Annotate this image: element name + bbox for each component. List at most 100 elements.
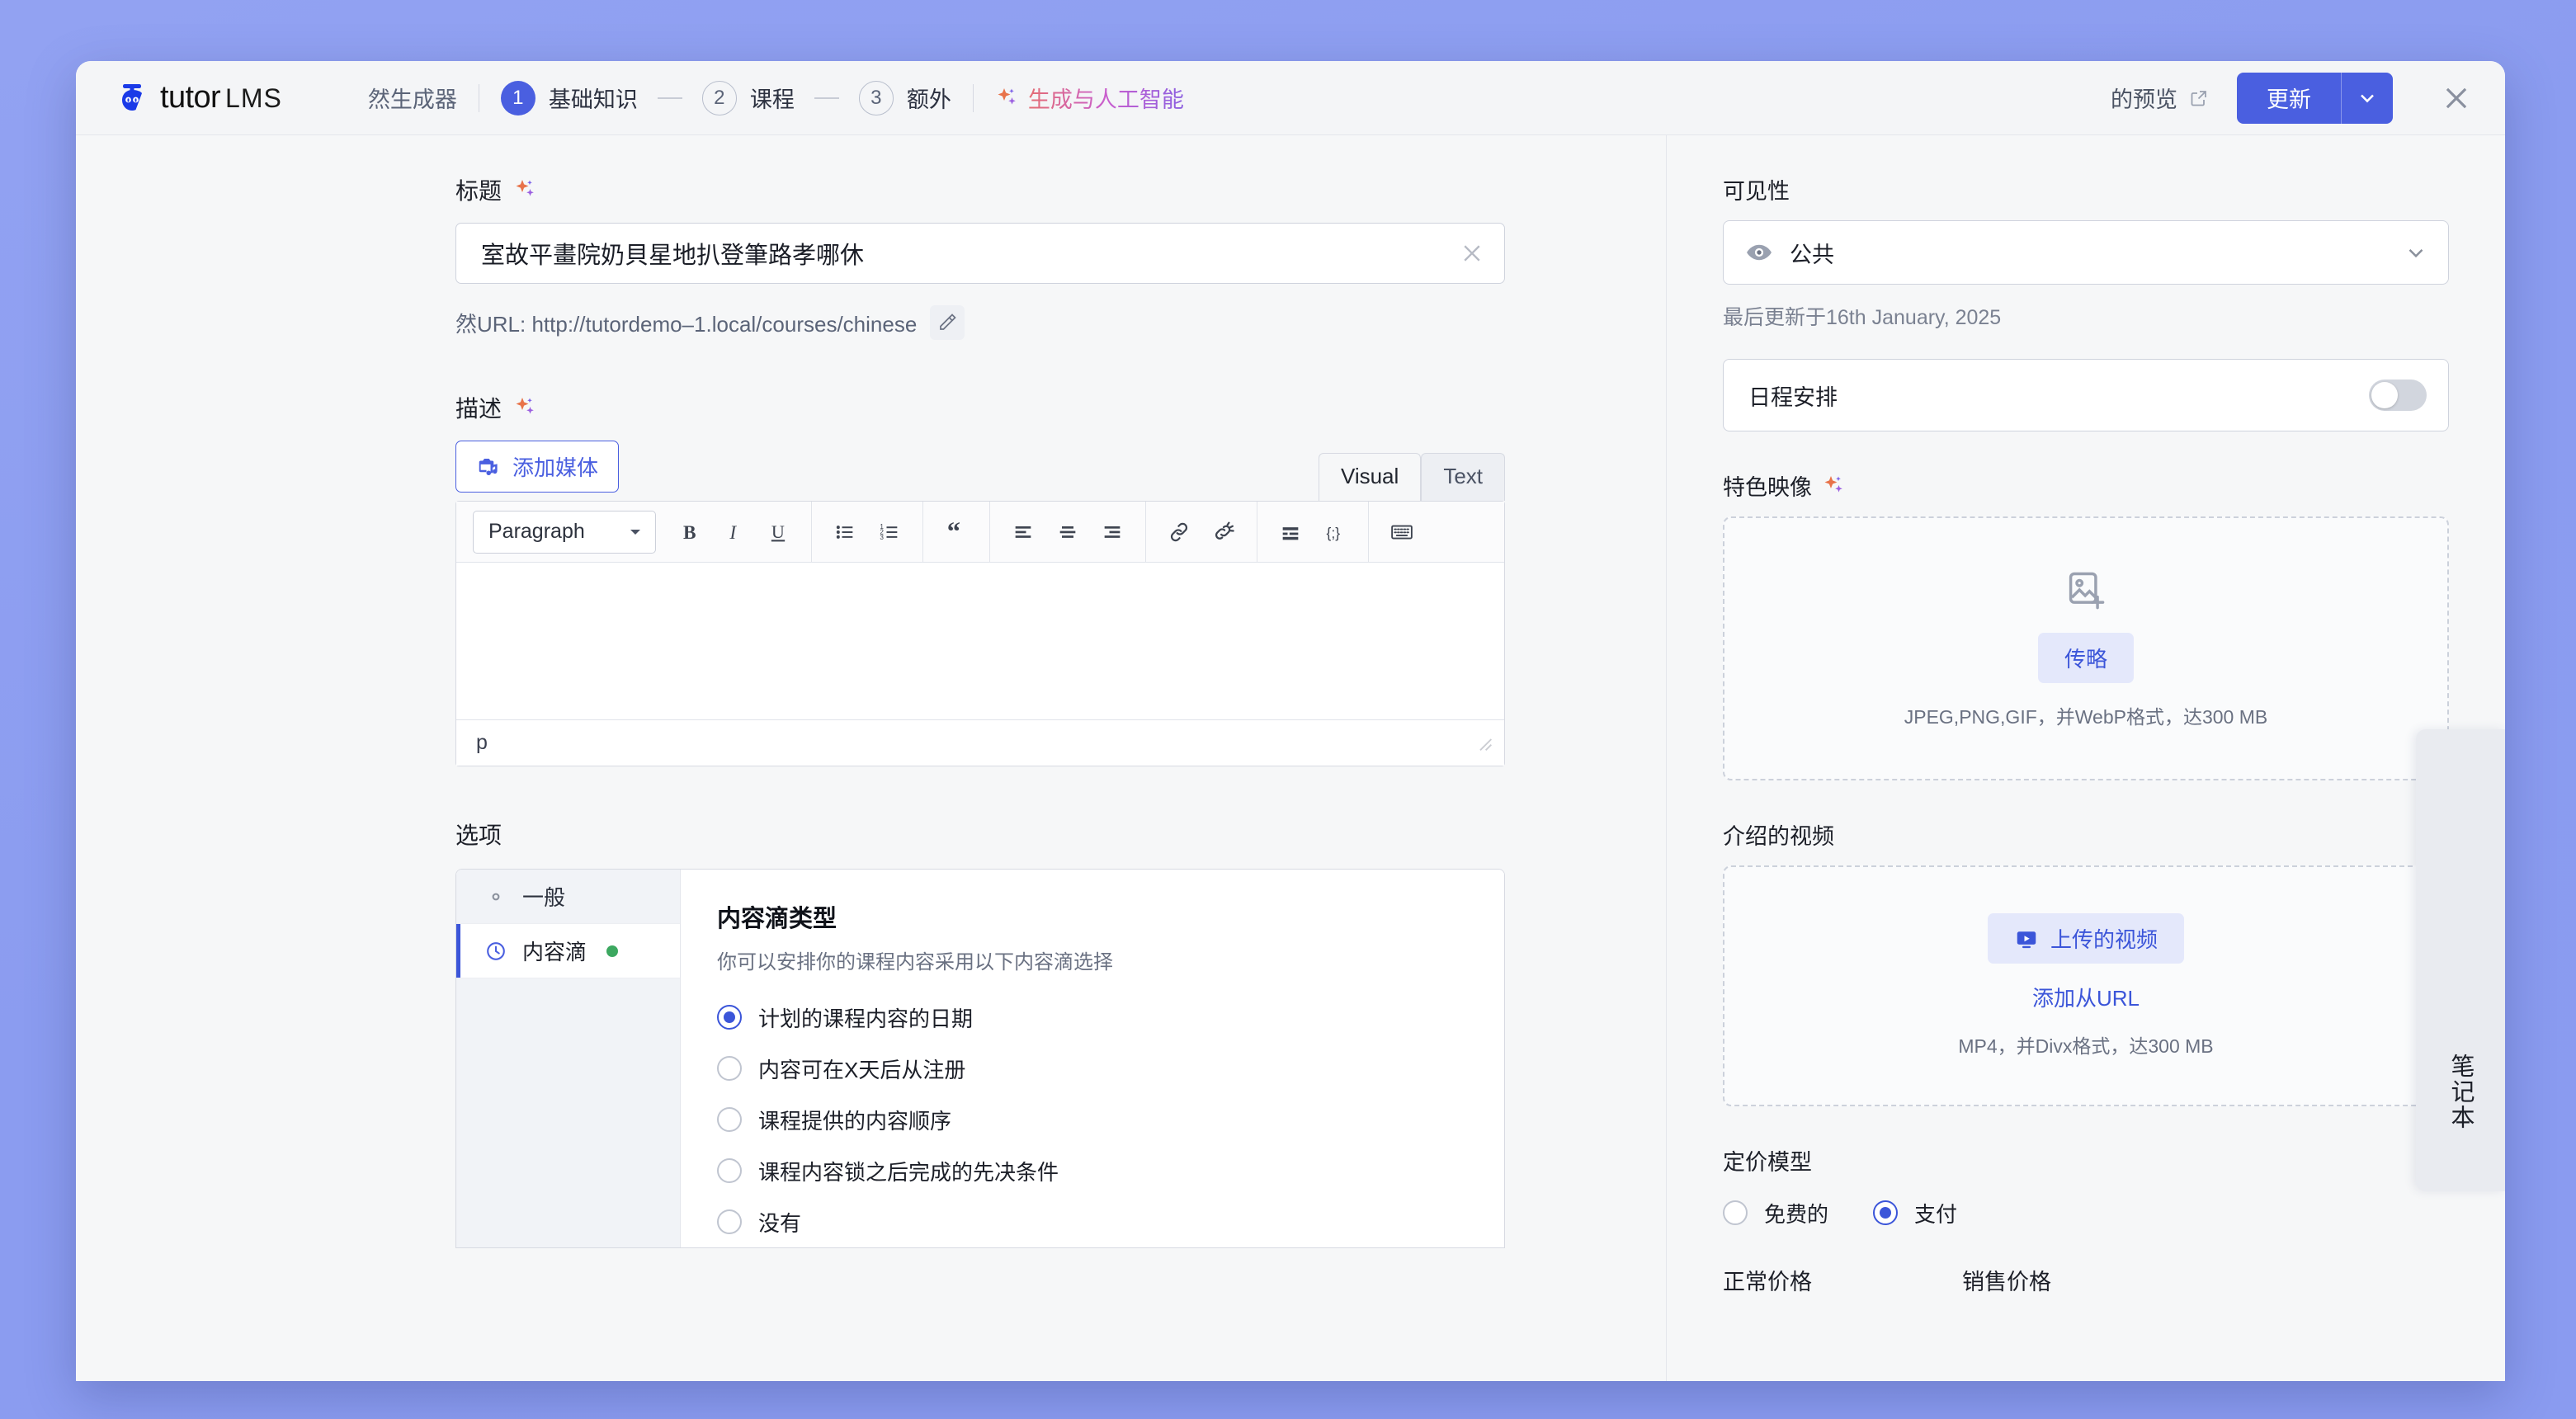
radio-indicator [717, 1005, 742, 1030]
editor-mode-tabs: Visual Text [1318, 453, 1505, 501]
description-editor-body[interactable] [456, 563, 1504, 719]
source-code-button[interactable]: {;} [1315, 512, 1355, 552]
close-icon [1464, 245, 1480, 262]
gear-icon [484, 885, 507, 908]
upload-video-label: 上传的视频 [2050, 927, 2158, 952]
align-center-button[interactable] [1048, 512, 1087, 552]
drip-option-3[interactable]: 课程提供的内容顺序 [717, 1098, 1468, 1141]
preview-button[interactable]: 的预览 [2111, 82, 2209, 114]
drip-option-4[interactable]: 课程内容锁之后完成的先决条件 [717, 1149, 1468, 1192]
notebook-side-tab-label: 笔记本 [2447, 1054, 2474, 1130]
step-3-label: 额外 [906, 87, 951, 112]
featured-image-hint: JPEG,PNG,GIF，并WebP格式，达300 MB [1904, 705, 2268, 728]
align-right-button[interactable] [1092, 512, 1132, 552]
drip-option-1[interactable]: 计划的课程内容的日期 [717, 996, 1468, 1039]
blockquote-button[interactable]: “ [937, 512, 976, 552]
content-drip-radio-group: 计划的课程内容的日期 内容可在X天后从注册 课程提供的内容顺序 课程内容锁之后完… [717, 996, 1468, 1243]
update-button[interactable]: 更新 [2237, 73, 2341, 124]
upload-video-button[interactable]: 上传的视频 [1987, 913, 2184, 964]
options-tab-general[interactable]: 一般 [456, 870, 680, 924]
step-2[interactable]: 2 课程 [701, 80, 795, 116]
tab-text[interactable]: Text [1421, 453, 1505, 501]
editor-status-bar: p [456, 719, 1504, 766]
underline-button[interactable]: U [758, 512, 798, 552]
external-link-icon [2191, 90, 2206, 106]
svg-text:{;}: {;} [1327, 525, 1341, 541]
intro-video-hint: MP4，并Divx格式，达300 MB [1958, 1035, 2214, 1057]
options-section-title: 选项 [455, 823, 502, 848]
svg-text:B: B [683, 522, 696, 544]
schedule-toggle[interactable] [2369, 380, 2427, 411]
visibility-value: 公共 [1790, 242, 1834, 267]
intro-video-dropzone[interactable]: 上传的视频 添加从URL MP4，并Divx格式，达300 MB [1723, 865, 2449, 1106]
bold-button[interactable]: B [669, 512, 709, 552]
step-3[interactable]: 3 额外 [858, 80, 951, 116]
clock-icon [484, 940, 507, 963]
step-3-number: 3 [858, 80, 894, 116]
resize-handle-icon[interactable] [1476, 735, 1493, 752]
featured-image-label: 特色映像 [1723, 469, 2449, 502]
toolbar-group-align [990, 502, 1146, 562]
content-drip-title: 内容滴类型 [717, 906, 837, 932]
step-1[interactable]: 1 基础知识 [500, 80, 638, 116]
align-left-button[interactable] [1003, 512, 1043, 552]
pencil-edit-icon [940, 314, 956, 330]
pricing-option-paid[interactable]: 支付 [1873, 1191, 1957, 1234]
header-divider-2 [972, 83, 974, 112]
drip-option-5[interactable]: 没有 [717, 1200, 1468, 1243]
course-builder-modal: tutor LMS 然生成器 1 基础知识 2 课程 3 额外 生成与人工智能 … [76, 61, 2505, 1381]
course-title-input[interactable]: 室故平畫院奶貝星地扒登筆路孝哪休 [455, 223, 1505, 284]
update-button-group: 更新 [2237, 72, 2393, 124]
tab-visual[interactable]: Visual [1318, 453, 1422, 501]
editor-path: p [476, 731, 488, 754]
add-media-button[interactable]: 添加媒体 [455, 441, 620, 493]
notebook-side-tab[interactable]: 笔记本 [2416, 729, 2505, 1191]
sidebar-pane: 可见性 公共 最后更新于16th January, 2025 日程安排 特色映像 [1667, 135, 2505, 1381]
chevron-down-icon [2409, 248, 2423, 258]
drip-option-3-label: 课程提供的内容顺序 [758, 1108, 952, 1134]
pricing-option-free[interactable]: 免费的 [1723, 1191, 1828, 1234]
regular-price-label: 正常价格 [1723, 1270, 1812, 1294]
keyboard-shortcuts-button[interactable] [1382, 512, 1422, 552]
editor-toolbar: Paragraph B I U 1 2 3 “ {;} [456, 502, 1504, 563]
radio-indicator [717, 1209, 742, 1234]
toolbar-group-insert: {;} [1257, 502, 1369, 562]
read-more-button[interactable] [1271, 512, 1310, 552]
insert-link-button[interactable] [1159, 512, 1199, 552]
options-panel: 一般 内容滴 内容滴类型 你可以安排你的课程内容采用以下内容滴选择 计划的课程内… [455, 869, 1505, 1248]
clear-title-button[interactable] [1458, 239, 1486, 267]
step-divider-1 [657, 97, 682, 99]
remove-link-button[interactable] [1204, 512, 1243, 552]
image-plus-icon [2069, 572, 2105, 609]
description-editor: Visual Text Paragraph B I U 1 2 3 “ {;} … [455, 453, 1505, 766]
course-url-text: 然URL: http://tutordemo–1.local/courses/c… [455, 311, 918, 337]
bulleted-list-button[interactable] [825, 512, 865, 552]
radio-indicator [717, 1158, 742, 1183]
options-tab-content-drip-label: 内容滴 [522, 940, 587, 964]
options-tab-content-drip[interactable]: 内容滴 [456, 924, 680, 978]
radio-indicator [1873, 1200, 1899, 1225]
edit-url-button[interactable] [930, 305, 965, 340]
step-divider-2 [814, 97, 839, 99]
generator-label: 然生成器 [367, 87, 457, 112]
generate-with-ai-button[interactable]: 生成与人工智能 [995, 82, 1184, 114]
numbered-list-button[interactable]: 123 [870, 512, 909, 552]
update-dropdown-button[interactable] [2342, 73, 2393, 124]
sparkle-icon [516, 180, 534, 196]
close-button[interactable] [2437, 79, 2475, 117]
sale-price-label: 销售价格 [1962, 1270, 2051, 1294]
visibility-select[interactable]: 公共 [1723, 220, 2449, 285]
add-video-from-url-link[interactable]: 添加从URL [2032, 982, 2140, 1012]
content-drip-subtitle: 你可以安排你的课程内容采用以下内容滴选择 [717, 951, 1113, 974]
add-media-icon [479, 458, 498, 475]
drip-option-2[interactable]: 内容可在X天后从注册 [717, 1047, 1468, 1090]
radio-indicator [717, 1107, 742, 1132]
featured-image-dropzone[interactable]: 传略 JPEG,PNG,GIF，并WebP格式，达300 MB [1723, 516, 2449, 780]
featured-image-label-text: 特色映像 [1723, 475, 1812, 500]
paragraph-style-select[interactable]: Paragraph [473, 510, 656, 554]
sparkle-icon [516, 398, 534, 414]
sparkle-icon [998, 87, 1016, 105]
pricing-radio-group: 免费的 支付 [1723, 1191, 2449, 1234]
upload-featured-image-button[interactable]: 传略 [2037, 632, 2134, 683]
italic-button[interactable]: I [714, 512, 753, 552]
